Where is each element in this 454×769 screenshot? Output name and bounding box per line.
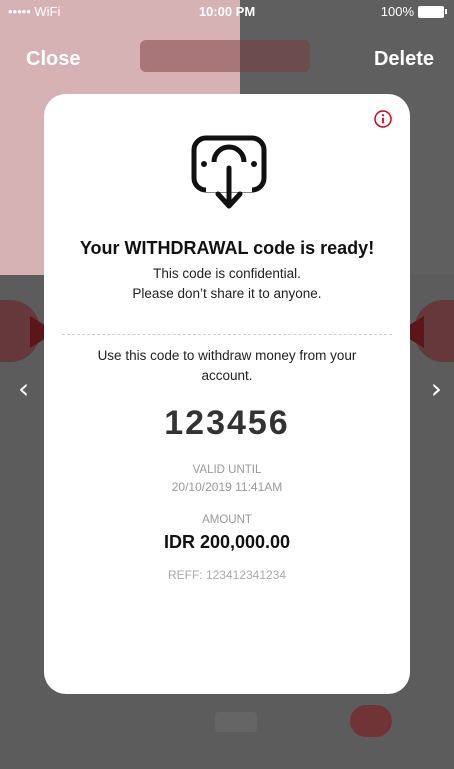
- background-title-blur: [140, 40, 310, 72]
- status-bar: ••••• WiFi 10:00 PM 100%: [0, 0, 454, 22]
- instruction-text: Use this code to withdraw money from you…: [97, 348, 357, 383]
- background-button: [350, 705, 392, 737]
- dashed-divider: [62, 334, 392, 335]
- valid-until-label: VALID UNTIL: [192, 464, 262, 476]
- confidential-notice: This code is confidential. Please don’t …: [44, 264, 410, 304]
- withdrawal-code-card: Your WITHDRAWAL code is ready! This code…: [44, 94, 410, 694]
- battery-icon: [418, 5, 447, 18]
- battery-indicator: 100%: [380, 4, 447, 19]
- amount-label: AMOUNT: [202, 514, 252, 526]
- battery-percent: 100%: [380, 4, 414, 19]
- atm-withdraw-icon: [191, 135, 267, 209]
- valid-until-value: 20/10/2019 11:41AM: [171, 480, 283, 494]
- confidential-line-1: This code is confidential.: [153, 266, 301, 281]
- chevron-right-icon[interactable]: ›: [431, 372, 442, 405]
- background-control: [215, 712, 257, 732]
- chevron-left-icon[interactable]: ‹: [18, 372, 29, 405]
- delete-button[interactable]: Delete: [374, 48, 434, 71]
- card-title: Your WITHDRAWAL code is ready!: [79, 238, 375, 258]
- confidential-line-2: Please don’t share it to anyone.: [132, 286, 322, 301]
- reference-number: REFF: 123412341234: [167, 568, 287, 582]
- close-button[interactable]: Close: [26, 48, 80, 71]
- info-icon[interactable]: [374, 110, 392, 128]
- withdrawal-code: 123456: [164, 404, 290, 442]
- amount-value: IDR 200,000.00: [163, 532, 291, 552]
